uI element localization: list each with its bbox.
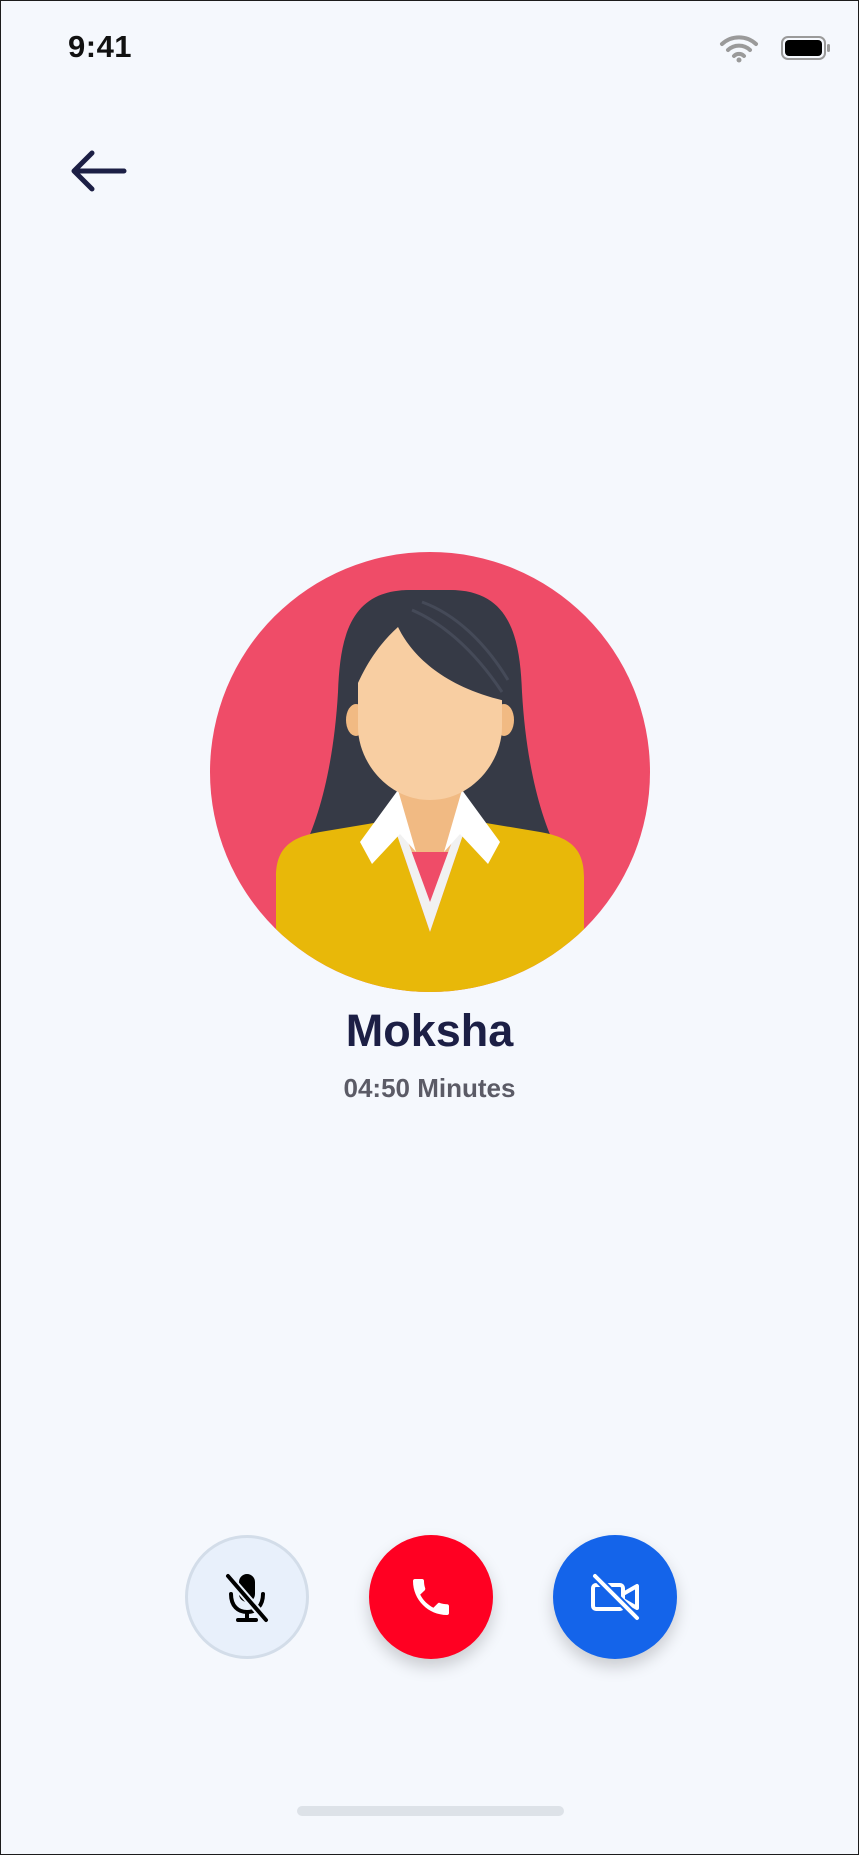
battery-icon [781,36,830,60]
woman-avatar-icon [210,552,650,992]
caller-avatar [210,552,650,992]
end-call-button[interactable] [369,1535,493,1659]
call-duration: 04:50 Minutes [343,1073,516,1103]
microphone-off-icon [224,1572,270,1624]
caller-name: Moksha [345,1005,514,1056]
call-screen: 9:41 Moksha 04:50 Minutes [0,0,859,1855]
back-button[interactable] [63,141,133,201]
wifi-icon [720,35,758,63]
status-bar: 9:41 [1,1,858,96]
arrow-left-icon [71,150,127,192]
status-time: 9:41 [68,29,133,64]
video-off-icon [591,1572,641,1622]
video-button[interactable] [553,1535,677,1659]
phone-icon [413,1579,449,1615]
mute-button[interactable] [185,1535,309,1659]
home-indicator [297,1806,564,1816]
